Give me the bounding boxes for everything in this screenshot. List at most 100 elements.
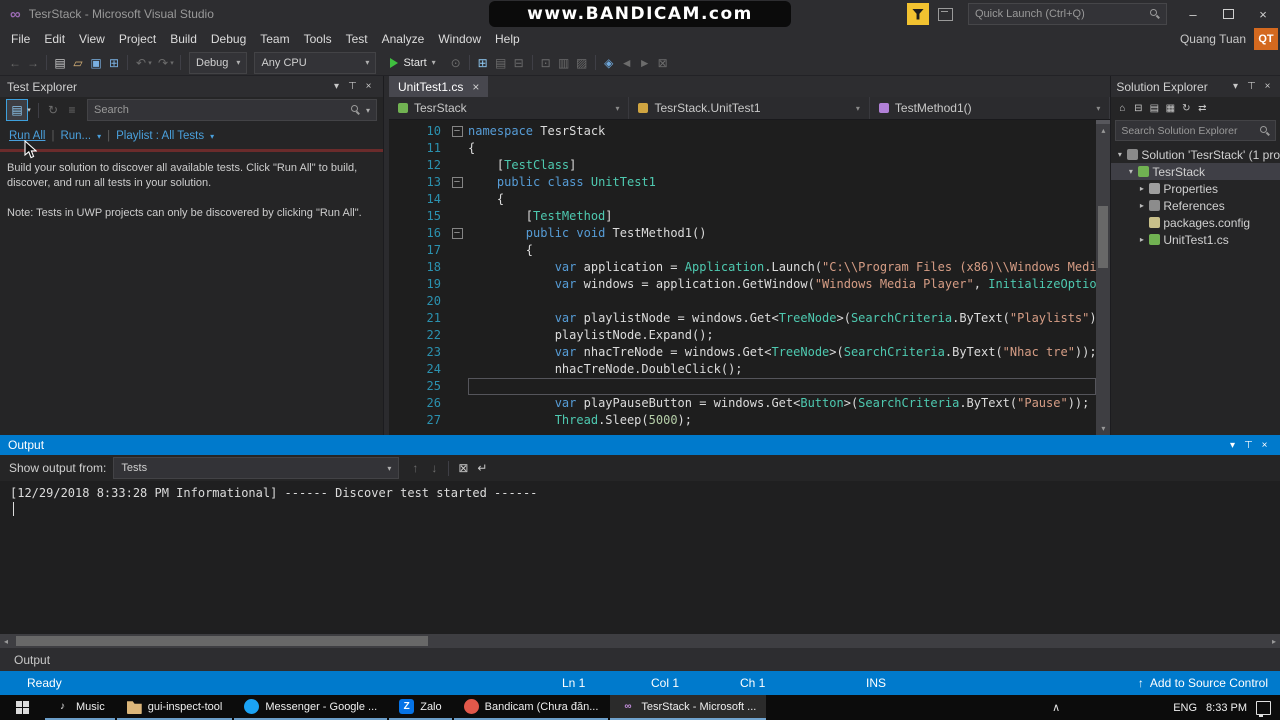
output-horizontal-scrollbar[interactable]: ◂ ▸: [0, 634, 1280, 648]
uncomment-lines-icon[interactable]: ▨: [573, 53, 591, 73]
close-button[interactable]: ×: [1248, 2, 1278, 26]
run-after-build-icon[interactable]: ↻: [44, 100, 62, 120]
prev-bookmark-icon[interactable]: ◄: [618, 53, 636, 73]
menu-tools[interactable]: Tools: [297, 28, 339, 50]
code-line-17[interactable]: 17 {: [389, 242, 1096, 259]
toggle-word-wrap-icon[interactable]: ↵: [473, 458, 491, 478]
code-line-text[interactable]: [468, 293, 1096, 310]
code-line-text[interactable]: [468, 378, 1097, 395]
breadcrumb-member-dropdown[interactable]: TestMethod1() ▾: [870, 97, 1111, 119]
expand-arrow-icon[interactable]: ▸: [1137, 235, 1146, 244]
taskbar-app-tesrstack-microsoft[interactable]: ∞ TesrStack - Microsoft ...: [610, 695, 767, 720]
tree-item-properties[interactable]: ▸ Properties: [1111, 180, 1280, 197]
collapse-all-icon[interactable]: ⊟: [1130, 98, 1146, 118]
refresh-icon[interactable]: ↻: [1178, 98, 1194, 118]
window-menu-icon[interactable]: ▾: [1228, 77, 1243, 97]
code-line-26[interactable]: 26 var playPauseButton = windows.Get<But…: [389, 395, 1096, 412]
filter-button[interactable]: [907, 3, 929, 25]
output-log[interactable]: [12/29/2018 8:33:28 PM Informational] --…: [0, 481, 1280, 634]
menu-project[interactable]: Project: [112, 28, 163, 50]
taskbar-start-button[interactable]: [0, 695, 45, 720]
fold-marker-icon[interactable]: –: [451, 177, 463, 188]
playlist-link[interactable]: Playlist : All Tests: [116, 130, 204, 142]
code-line-text[interactable]: public void TestMethod1(): [468, 225, 1096, 242]
chevron-down-icon[interactable]: ▾: [210, 132, 214, 141]
window-menu-icon[interactable]: ▾: [329, 77, 344, 97]
clear-bookmarks-icon[interactable]: ⊠: [654, 53, 672, 73]
window-menu-icon[interactable]: ▾: [1225, 435, 1240, 455]
save-all-icon[interactable]: ⊞: [105, 53, 123, 73]
code-line-27[interactable]: 27 Thread.Sleep(5000);: [389, 412, 1096, 429]
action-center-icon[interactable]: [1256, 700, 1271, 717]
code-line-text[interactable]: public class UnitTest1: [468, 174, 1096, 191]
code-line-18[interactable]: 18 var application = Application.Launch(…: [389, 259, 1097, 276]
run-link[interactable]: Run...: [60, 130, 91, 142]
pin-icon[interactable]: ⊤: [1244, 77, 1259, 97]
scroll-up-icon[interactable]: ▴: [1096, 125, 1110, 137]
clear-all-icon[interactable]: ⊠: [454, 458, 472, 478]
code-line-19[interactable]: 19 var windows = application.GetWindow("…: [389, 276, 1097, 293]
code-line-text[interactable]: {: [468, 140, 1096, 157]
code-line-text[interactable]: {: [468, 242, 1096, 259]
redo-dropdown-icon[interactable]: ▾: [168, 53, 176, 73]
editor-vertical-scrollbar[interactable]: ▴ ▾: [1096, 120, 1111, 435]
close-icon[interactable]: ×: [361, 77, 376, 97]
solution-platforms-dropdown[interactable]: Any CPU ▾: [254, 51, 377, 74]
clock[interactable]: 8:33 PM: [1206, 702, 1247, 714]
code-line-11[interactable]: 11 {: [389, 140, 1096, 157]
taskbar-app-music[interactable]: ♪ Music: [45, 695, 115, 720]
properties-window-icon[interactable]: ▤: [492, 53, 510, 73]
code-line-text[interactable]: {: [468, 191, 1096, 208]
scroll-left-icon[interactable]: ◂: [4, 637, 8, 646]
expand-arrow-icon[interactable]: ▸: [1137, 201, 1146, 210]
code-line-text[interactable]: Thread.Sleep(5000);: [468, 412, 1096, 429]
next-message-icon[interactable]: ↓: [425, 458, 443, 478]
code-line-text[interactable]: var playPauseButton = windows.Get<Button…: [468, 395, 1096, 412]
code-line-14[interactable]: 14 {: [389, 191, 1096, 208]
tree-item-solution-tesrstack-1-pro[interactable]: ▾ Solution 'TesrStack' (1 pro: [1111, 146, 1280, 163]
user-name[interactable]: Quang Tuan: [1180, 32, 1246, 46]
menu-debug[interactable]: Debug: [204, 28, 253, 50]
menu-team[interactable]: Team: [253, 28, 296, 50]
menu-edit[interactable]: Edit: [37, 28, 72, 50]
collapse-arrow-icon[interactable]: ▾: [1126, 167, 1135, 176]
user-avatar[interactable]: QT: [1254, 28, 1278, 50]
test-hierarchy-icon[interactable]: ≡: [63, 100, 81, 120]
add-to-source-control-button[interactable]: ↑ Add to Source Control: [1138, 671, 1268, 695]
tree-item-unittest1-cs[interactable]: ▸ UnitTest1.cs: [1111, 231, 1280, 248]
taskbar-app-messenger-google[interactable]: Messenger - Google ...: [234, 695, 388, 720]
menu-build[interactable]: Build: [163, 28, 204, 50]
scrollbar-thumb[interactable]: [1098, 206, 1109, 268]
code-line-15[interactable]: 15 [TestMethod]: [389, 208, 1096, 225]
tree-item-packages-config[interactable]: packages.config: [1111, 214, 1280, 231]
code-line-text[interactable]: [TestClass]: [468, 157, 1096, 174]
toggle-bookmark-icon[interactable]: ◈: [600, 53, 618, 73]
code-line-21[interactable]: 21 var playlistNode = windows.Get<TreeNo…: [389, 310, 1097, 327]
code-line-25[interactable]: 25: [389, 378, 1097, 395]
scroll-right-icon[interactable]: ▸: [1272, 637, 1276, 646]
tab-unittest1-cs[interactable]: UnitTest1.cs ×: [389, 76, 489, 97]
save-icon[interactable]: ▣: [87, 53, 105, 73]
expand-arrow-icon[interactable]: ▸: [1137, 184, 1146, 193]
solution-explorer-shortcut-icon[interactable]: ⊞: [474, 53, 492, 73]
code-line-text[interactable]: playlistNode.Expand();: [468, 327, 1096, 344]
scrollbar-thumb[interactable]: [16, 636, 428, 646]
menu-window[interactable]: Window: [431, 28, 488, 50]
fold-marker-icon[interactable]: –: [451, 228, 463, 239]
show-all-files-icon[interactable]: ▦: [1162, 98, 1178, 118]
fold-marker-icon[interactable]: –: [451, 126, 463, 137]
comment-out-icon[interactable]: ▥: [555, 53, 573, 73]
output-source-dropdown[interactable]: Tests ▾: [113, 457, 400, 479]
sync-with-active-document-icon[interactable]: ⇄: [1194, 98, 1210, 118]
code-editor[interactable]: 10– namespace TesrStack 11{12 [TestClass] 1…: [389, 120, 1111, 435]
code-line-text[interactable]: namespace TesrStack: [468, 123, 1096, 140]
language-indicator[interactable]: ENG: [1173, 702, 1197, 714]
taskbar-app-bandicam-ch-a-n[interactable]: Bandicam (Chưa đăn...: [453, 695, 609, 720]
find-in-files-icon[interactable]: ⊡: [537, 53, 555, 73]
code-line-12[interactable]: 12 [TestClass]: [389, 157, 1096, 174]
close-icon[interactable]: ×: [1257, 435, 1272, 455]
navigate-forward-icon[interactable]: →: [24, 53, 42, 73]
output-panel-header[interactable]: Output ▾ ⊤ ×: [0, 435, 1280, 455]
splitter-grip[interactable]: [1096, 120, 1111, 124]
code-line-text[interactable]: [TestMethod]: [468, 208, 1096, 225]
